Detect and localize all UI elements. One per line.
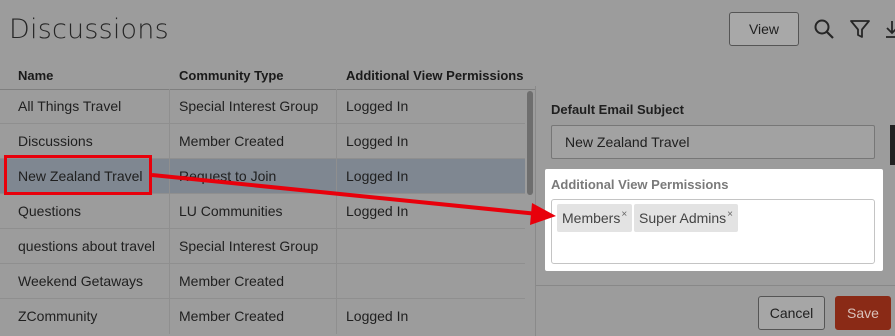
discussions-table: All Things Travel Special Interest Group… — [0, 89, 525, 334]
view-button[interactable]: View — [729, 12, 799, 46]
cell-name: Discussions — [18, 133, 93, 149]
cell-permissions: Logged In — [346, 308, 409, 324]
close-icon[interactable]: × — [727, 209, 733, 220]
table-row[interactable]: questions about travel Special Interest … — [0, 229, 525, 264]
save-button[interactable]: Save — [835, 296, 891, 330]
chip-label: Super Admins — [639, 210, 727, 226]
table-header: Name Community Type Additional View Perm… — [0, 62, 536, 90]
column-header-name[interactable]: Name — [18, 68, 53, 83]
filter-icon[interactable] — [849, 18, 871, 40]
cell-type: LU Communities — [179, 203, 283, 219]
cell-permissions: Logged In — [346, 133, 409, 149]
table-row[interactable]: Questions LU Communities Logged In — [0, 194, 525, 229]
footer-divider — [536, 285, 895, 286]
email-subject-field[interactable]: New Zealand Travel — [551, 125, 875, 159]
cell-permissions: Logged In — [346, 203, 409, 219]
cell-name: Questions — [18, 203, 82, 219]
table-row[interactable]: ZCommunity Member Created Logged In — [0, 299, 525, 334]
email-subject-label: Default Email Subject — [551, 102, 684, 117]
cell-type: Member Created — [179, 273, 285, 289]
cell-type: Member Created — [179, 308, 285, 324]
cell-type: Member Created — [179, 133, 285, 149]
panel-scroll-indicator — [890, 125, 895, 165]
cell-name: ZCommunity — [18, 308, 98, 324]
table-row[interactable]: All Things Travel Special Interest Group… — [0, 89, 525, 124]
permissions-label: Additional View Permissions — [551, 177, 729, 192]
column-header-community-type[interactable]: Community Type — [179, 68, 284, 83]
table-scrollbar[interactable] — [527, 91, 533, 195]
cell-type: Special Interest Group — [179, 98, 319, 114]
table-row[interactable]: Discussions Member Created Logged In — [0, 124, 525, 159]
table-row[interactable]: Weekend Getaways Member Created — [0, 264, 525, 299]
download-icon[interactable] — [884, 18, 895, 40]
page-title: Discussions — [9, 14, 169, 45]
email-subject-value: New Zealand Travel — [565, 134, 690, 150]
panel-divider — [535, 86, 536, 336]
cell-name: Weekend Getaways — [18, 273, 144, 289]
annotation-highlight-box — [4, 155, 152, 195]
close-icon[interactable]: × — [621, 209, 627, 220]
search-icon[interactable] — [813, 18, 835, 40]
cell-permissions: Logged In — [346, 98, 409, 114]
permission-chip-super-admins[interactable]: Super Admins × — [634, 204, 739, 232]
permissions-section: Additional View Permissions Members × Sup… — [545, 169, 883, 271]
cancel-button[interactable]: Cancel — [758, 296, 825, 330]
cell-type: Request to Join — [179, 168, 277, 184]
chip-label: Members — [562, 210, 621, 226]
permission-chip-members[interactable]: Members × — [557, 204, 633, 232]
cell-permissions: Logged In — [346, 168, 409, 184]
cell-name: questions about travel — [18, 238, 155, 254]
cell-type: Special Interest Group — [179, 238, 319, 254]
column-header-permissions[interactable]: Additional View Permissions — [346, 68, 523, 83]
cell-name: All Things Travel — [18, 98, 122, 114]
permissions-field[interactable]: Members × Super Admins × — [551, 199, 875, 264]
